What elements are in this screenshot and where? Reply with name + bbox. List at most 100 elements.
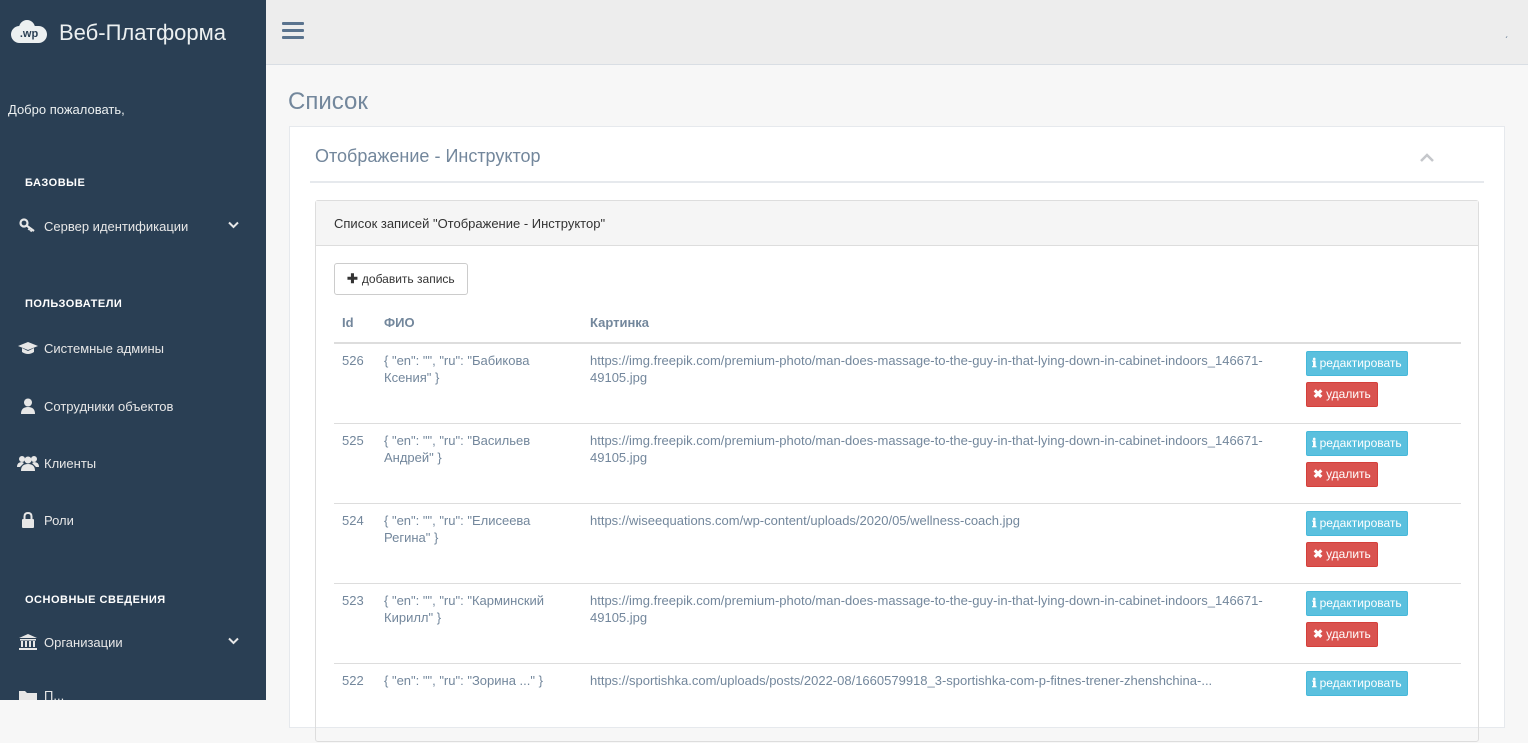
delete-button[interactable]: ✖удалить: [1306, 382, 1378, 407]
chevron-down-icon: [228, 220, 239, 232]
chevron-down-icon: [228, 636, 239, 648]
cell-actions: ℹредактировать: [1298, 664, 1461, 743]
cell-fio: { "en": "", "ru": "Васильев Андрей" }: [376, 424, 582, 504]
edit-label: редактировать: [1320, 436, 1402, 450]
sidebar-item-label: Роли: [44, 513, 74, 528]
divider: [310, 181, 1484, 183]
edit-label: редактировать: [1320, 356, 1402, 370]
folder-icon: [17, 689, 39, 701]
lock-icon: [17, 512, 39, 528]
delete-label: удалить: [1326, 547, 1371, 561]
info-icon: ℹ: [1312, 356, 1317, 370]
edit-label: редактировать: [1320, 676, 1402, 690]
column-header-picture[interactable]: Картинка: [582, 303, 1298, 343]
table-row: 526 { "en": "", "ru": "Бабикова Ксения" …: [334, 343, 1461, 424]
user-dropdown-caret-icon[interactable]: ˏ: [1505, 28, 1508, 39]
close-icon: ✖: [1313, 467, 1323, 481]
cell-id: 525: [334, 424, 376, 504]
info-icon: ℹ: [1312, 516, 1317, 530]
records-panel: Список записей "Отображение - Инструктор…: [315, 200, 1479, 742]
content-panel: Отображение - Инструктор Список записей …: [289, 126, 1505, 728]
close-icon: ✖: [1313, 387, 1323, 401]
records-panel-heading: Список записей "Отображение - Инструктор…: [316, 201, 1478, 246]
cell-actions: ℹредактировать ✖удалить: [1298, 584, 1461, 664]
section-title-basic: БАЗОВЫЕ: [25, 177, 85, 189]
records-table: Id ФИО Картинка 526 { "en": "", "ru": "Б…: [334, 303, 1461, 743]
delete-button[interactable]: ✖удалить: [1306, 462, 1378, 487]
cell-fio: { "en": "", "ru": "Карминский Кирилл" }: [376, 584, 582, 664]
edit-button[interactable]: ℹредактировать: [1306, 671, 1408, 696]
edit-button[interactable]: ℹредактировать: [1306, 351, 1408, 376]
column-header-fio[interactable]: ФИО: [376, 303, 582, 343]
cell-fio: { "en": "", "ru": "Елисеева Регина" }: [376, 504, 582, 584]
cell-picture: https://img.freepik.com/premium-photo/ma…: [582, 343, 1298, 424]
edit-label: редактировать: [1320, 516, 1402, 530]
sidebar-item-label: Организации: [44, 635, 123, 650]
page-title: Список: [288, 88, 368, 116]
sidebar: .wp Веб-Платформа Добро пожаловать, БАЗО…: [0, 0, 266, 700]
edit-label: редактировать: [1320, 596, 1402, 610]
info-icon: ℹ: [1312, 596, 1317, 610]
delete-button[interactable]: ✖удалить: [1306, 542, 1378, 567]
sidebar-item-label: Системные админы: [44, 341, 164, 356]
section-title-main-info: ОСНОВНЫЕ СВЕДЕНИЯ: [25, 594, 166, 606]
cell-fio: { "en": "", "ru": "Бабикова Ксения" }: [376, 343, 582, 424]
add-record-label: добавить запись: [362, 272, 455, 286]
sidebar-item-label: Сервер идентификации: [44, 219, 188, 234]
table-row: 525 { "en": "", "ru": "Васильев Андрей" …: [334, 424, 1461, 504]
brand[interactable]: .wp Веб-Платформа: [0, 0, 266, 66]
edit-button[interactable]: ℹредактировать: [1306, 591, 1408, 616]
cell-picture: https://wiseequations.com/wp-content/upl…: [582, 504, 1298, 584]
sidebar-item-label: Сотрудники объектов: [44, 399, 173, 414]
delete-label: удалить: [1326, 627, 1371, 641]
cell-id: 522: [334, 664, 376, 743]
plus-icon: ✚: [347, 271, 358, 287]
cloud-logo-icon: .wp: [11, 21, 47, 45]
table-header-row: Id ФИО Картинка: [334, 303, 1461, 343]
close-icon: ✖: [1313, 547, 1323, 561]
column-header-id[interactable]: Id: [334, 303, 376, 343]
users-icon: [17, 455, 39, 471]
cell-id: 524: [334, 504, 376, 584]
cell-actions: ℹредактировать ✖удалить: [1298, 424, 1461, 504]
welcome-text: Добро пожаловать,: [8, 102, 125, 117]
info-icon: ℹ: [1312, 676, 1317, 690]
sidebar-item-identity-server[interactable]: Сервер идентификации: [17, 218, 257, 234]
table-row: 524 { "en": "", "ru": "Елисеева Регина" …: [334, 504, 1461, 584]
sidebar-item-partial[interactable]: П...: [17, 688, 257, 700]
sidebar-item-system-admins[interactable]: Системные админы: [17, 341, 257, 356]
sidebar-item-label: Клиенты: [44, 456, 96, 471]
cell-actions: ℹредактировать ✖удалить: [1298, 504, 1461, 584]
top-navbar: ˏ: [266, 0, 1528, 65]
sidebar-item-clients[interactable]: Клиенты: [17, 455, 257, 471]
close-icon: ✖: [1313, 627, 1323, 641]
panel-title: Отображение - Инструктор: [315, 146, 541, 167]
key-icon: [17, 218, 39, 234]
cell-id: 526: [334, 343, 376, 424]
cell-fio: { "en": "", "ru": "Зорина ..." }: [376, 664, 582, 743]
menu-toggle-icon[interactable]: [282, 22, 304, 43]
edit-button[interactable]: ℹредактировать: [1306, 431, 1408, 456]
cell-actions: ℹредактировать ✖удалить: [1298, 343, 1461, 424]
cell-picture: https://img.freepik.com/premium-photo/ma…: [582, 584, 1298, 664]
info-icon: ℹ: [1312, 436, 1317, 450]
graduation-cap-icon: [17, 342, 39, 356]
section-title-users: ПОЛЬЗОВАТЕЛИ: [25, 298, 122, 310]
cell-picture: https://img.freepik.com/premium-photo/ma…: [582, 424, 1298, 504]
edit-button[interactable]: ℹредактировать: [1306, 511, 1408, 536]
delete-button[interactable]: ✖удалить: [1306, 622, 1378, 647]
table-row: 523 { "en": "", "ru": "Карминский Кирилл…: [334, 584, 1461, 664]
cell-picture: https://sportishka.com/uploads/posts/202…: [582, 664, 1298, 743]
sidebar-item-label: П...: [44, 688, 64, 700]
chevron-up-icon[interactable]: [1420, 149, 1434, 165]
cell-id: 523: [334, 584, 376, 664]
sidebar-item-roles[interactable]: Роли: [17, 512, 257, 528]
user-icon: [17, 398, 39, 414]
sidebar-item-staff[interactable]: Сотрудники объектов: [17, 398, 257, 414]
column-header-actions: [1298, 303, 1461, 343]
brand-title[interactable]: Веб-Платформа: [59, 20, 226, 46]
delete-label: удалить: [1326, 387, 1371, 401]
sidebar-item-organizations[interactable]: Организации: [17, 634, 257, 650]
add-record-button[interactable]: ✚ добавить запись: [334, 263, 468, 295]
bank-icon: [17, 634, 39, 650]
